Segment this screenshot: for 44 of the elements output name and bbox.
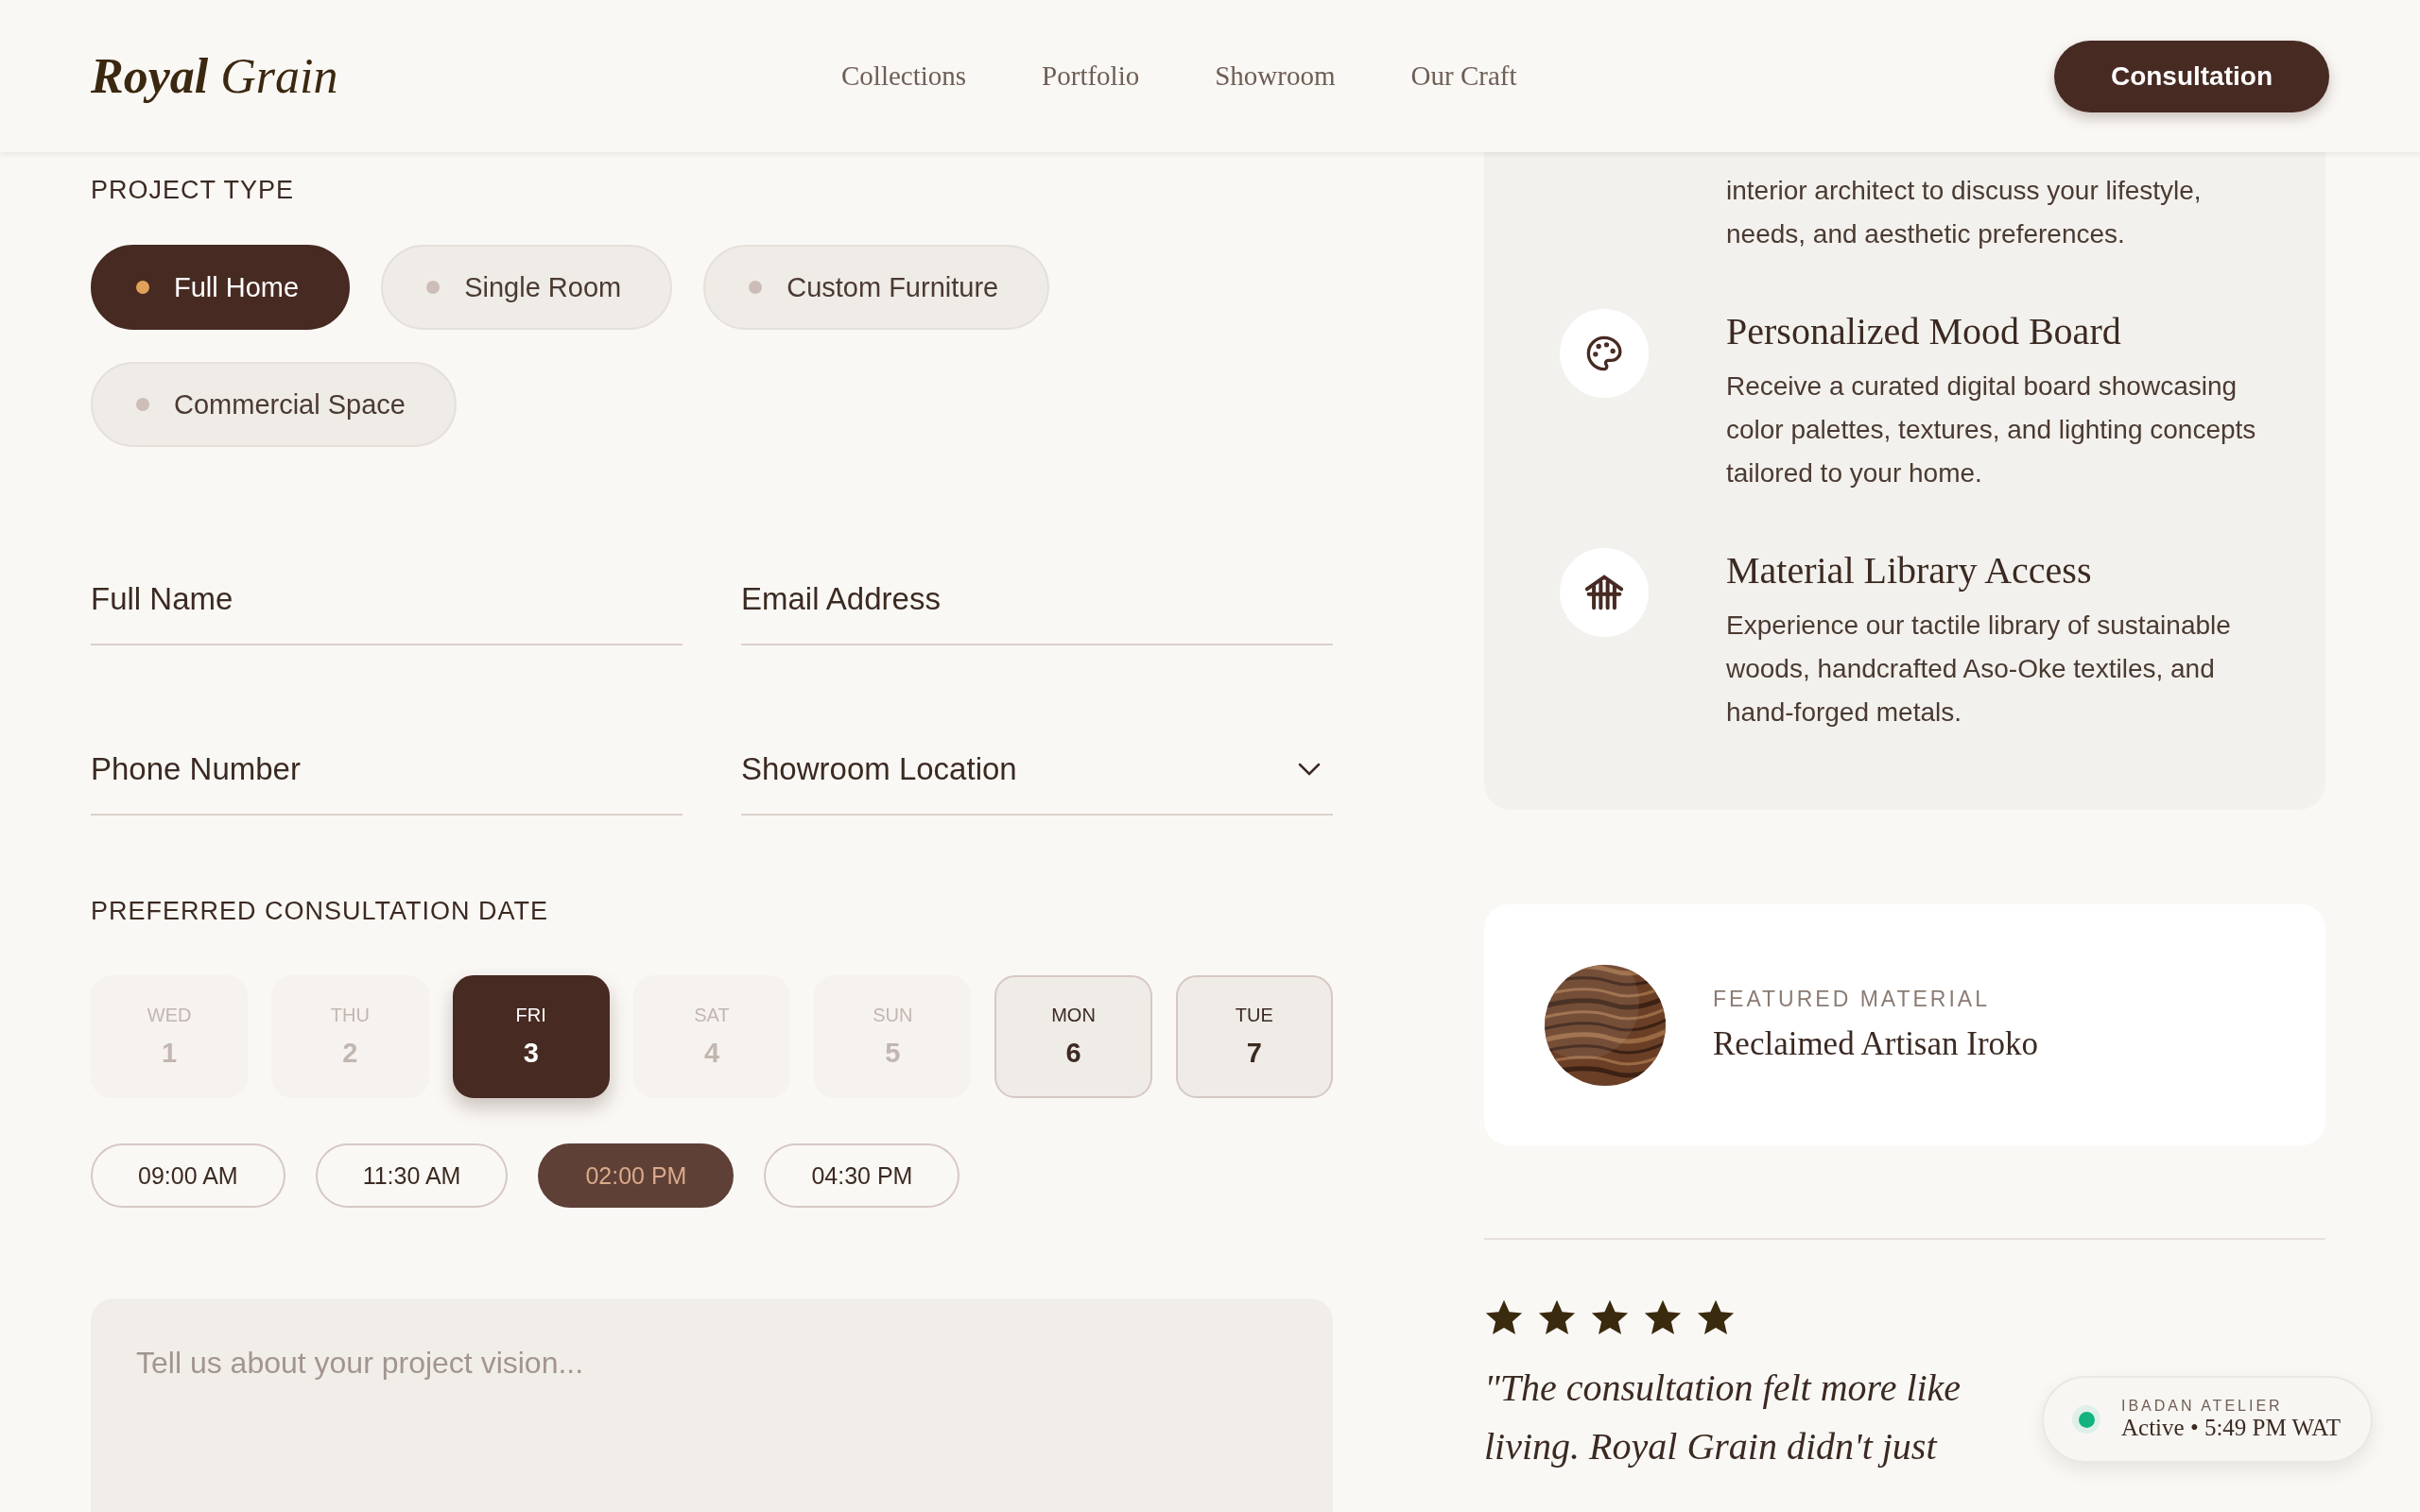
project-type-chip[interactable]: Single Room <box>381 245 673 330</box>
project-type-chip[interactable]: Commercial Space <box>91 362 457 447</box>
time-slot[interactable]: 02:00 PM <box>538 1143 735 1208</box>
location-select[interactable]: Showroom Location <box>741 712 1333 816</box>
benefit-title: Material Library Access <box>1726 548 2093 593</box>
time-slot[interactable]: 09:00 AM <box>91 1143 285 1208</box>
project-type-chip[interactable]: Custom Furniture <box>703 245 1050 330</box>
benefit-description: Experience our tactile library of sustainable woods, handcrafted Aso-Oke textiles, and hand-forged metals. <box>1726 610 2232 729</box>
time-slot[interactable]: 11:30 AM <box>315 1143 509 1208</box>
section-label: PREFERRED CONSULTATION DATE <box>91 897 550 926</box>
logo[interactable]: Royal Grain <box>91 48 841 104</box>
nav-link[interactable]: Showroom <box>1215 60 1336 92</box>
input-field[interactable]: Email Address <box>741 541 1333 645</box>
star-icon <box>1643 1298 1683 1336</box>
benefit-description: interior architect to discuss your lifestyle, needs, and aesthetic preferences. <box>1726 175 2203 250</box>
nav-link[interactable]: Our Craft <box>1410 60 1517 92</box>
status-dot <box>2072 1405 2100 1434</box>
date-option[interactable]: FRI 3 <box>452 975 610 1098</box>
date-option[interactable]: MON 6 <box>994 975 1152 1098</box>
star-icon <box>1696 1298 1736 1336</box>
input-field[interactable]: Phone Number <box>91 712 683 816</box>
status-label: IBADAN ATELIER <box>2121 1398 2284 1415</box>
section-label: PROJECT TYPE <box>91 176 296 205</box>
time-slot[interactable]: 04:30 PM <box>764 1143 960 1208</box>
star-icon <box>1537 1298 1577 1336</box>
project-type-chip[interactable]: Full Home <box>91 245 351 330</box>
star-icon <box>1590 1298 1630 1336</box>
nav-link[interactable]: Collections <box>841 60 967 92</box>
benefit-title: Personalized Mood Board <box>1726 309 2122 353</box>
pavilion-icon <box>1583 574 1625 611</box>
nav-link[interactable]: Portfolio <box>1042 60 1140 92</box>
chevron-down-icon <box>1297 762 1322 777</box>
featured-label: FEATURED MATERIAL <box>1713 987 1991 1012</box>
input-field[interactable]: Full Name <box>91 541 683 645</box>
testimonial-quote: "The consultation felt more like <box>1484 1366 1962 1411</box>
status-text: Active • 5:49 PM WAT <box>2121 1415 2341 1441</box>
material-name: Reclaimed Artisan Iroko <box>1713 1025 2039 1063</box>
date-option[interactable]: TUE 7 <box>1175 975 1333 1098</box>
project-vision-field[interactable]: Tell us about your project vision... <box>91 1298 1333 1512</box>
palette-icon <box>1585 335 1623 372</box>
star-icon <box>1484 1298 1524 1336</box>
consultation-button[interactable]: Consultation <box>2053 40 2329 112</box>
benefit-description: Receive a curated digital board showcasing color palettes, textures, and lighting concepts tailored to your home. <box>1726 370 2257 490</box>
testimonial-quote: living. Royal Grain didn't just <box>1484 1424 1937 1469</box>
